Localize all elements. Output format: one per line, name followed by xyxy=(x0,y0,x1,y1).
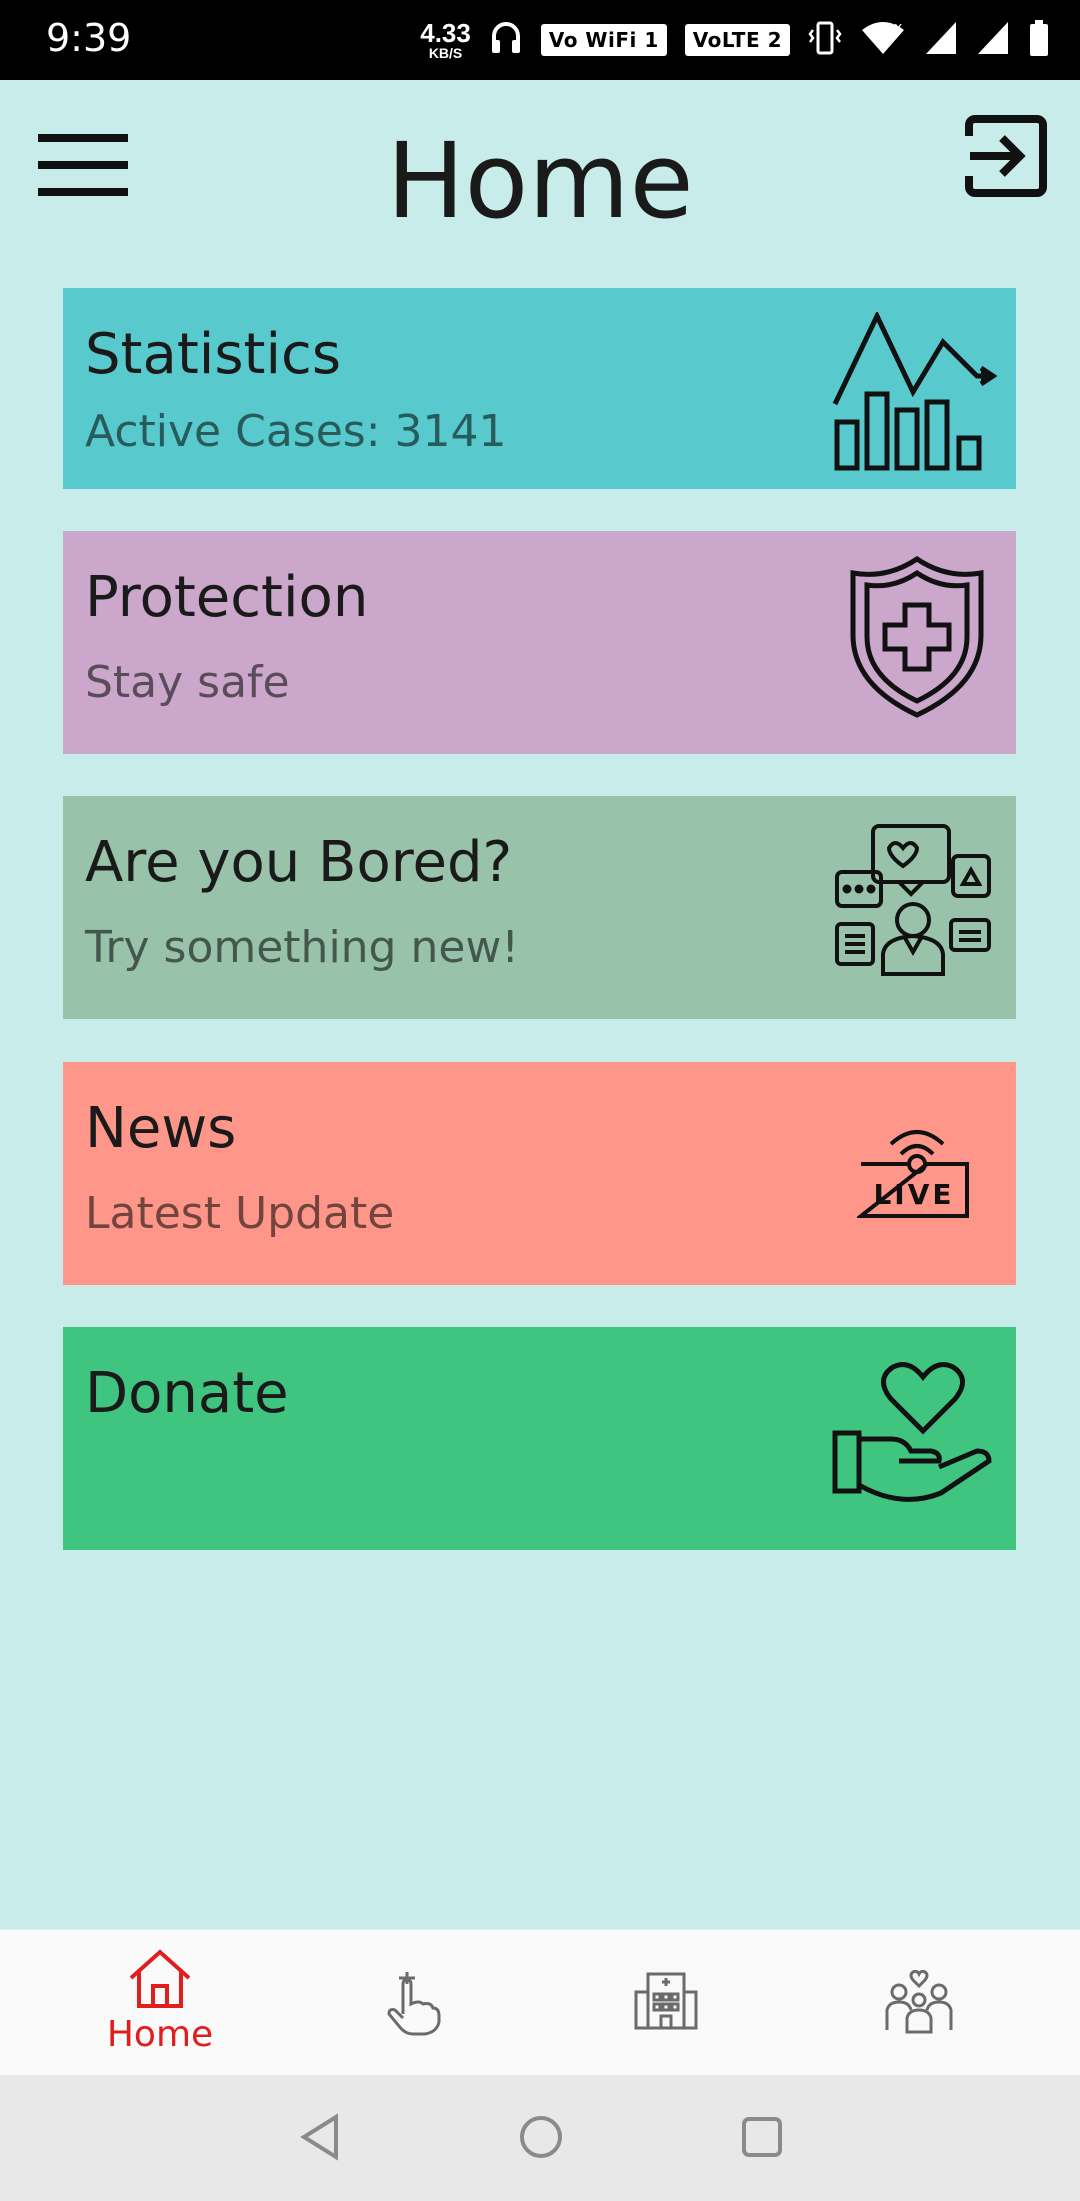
network-speed: 4.33 KB/S xyxy=(420,20,471,60)
bottom-navigation: Home xyxy=(0,1929,1080,2076)
signal-icon xyxy=(976,20,1010,61)
hospital-icon xyxy=(634,1972,698,2030)
battery-icon xyxy=(1028,19,1050,62)
news-card[interactable]: News Latest Update LIVE xyxy=(63,1062,1016,1285)
speed-unit: KB/S xyxy=(428,45,463,61)
status-time: 9:39 xyxy=(46,16,132,60)
back-icon[interactable] xyxy=(298,2113,342,2166)
home-icon xyxy=(129,1949,191,2008)
shield-cross-icon xyxy=(847,555,987,724)
card-title: Protection xyxy=(85,565,369,630)
vibrate-icon xyxy=(808,20,842,61)
svg-text:x: x xyxy=(894,20,902,36)
nav-hospital[interactable] xyxy=(531,1930,801,2076)
speed-value: 4.33 xyxy=(420,18,471,48)
page-title: Home xyxy=(386,120,694,242)
svg-text:LIVE: LIVE xyxy=(873,1178,954,1211)
card-subtitle: Active Cases: 3141 xyxy=(85,406,507,457)
statistics-card[interactable]: Statistics Active Cases: 3141 xyxy=(63,288,1016,489)
app-header: Home xyxy=(0,80,1080,270)
statistics-chart-icon xyxy=(831,310,1001,479)
wifi-icon: x xyxy=(860,20,906,61)
card-title: Statistics xyxy=(85,322,341,387)
card-title: Are you Bored? xyxy=(85,830,513,895)
card-subtitle: Try something new! xyxy=(85,922,520,973)
system-navigation xyxy=(0,2075,1080,2201)
headphones-icon xyxy=(489,19,523,62)
card-title: News xyxy=(85,1096,237,1161)
chat-person-icon xyxy=(833,822,993,983)
recents-icon[interactable] xyxy=(740,2113,784,2166)
card-subtitle: Stay safe xyxy=(85,657,290,708)
family-icon xyxy=(885,1970,953,2034)
nav-label-home: Home xyxy=(106,2014,214,2055)
status-icons: 4.33 KB/S Vo WiFi 1 VoLTE 2 x xyxy=(420,14,1050,66)
protection-card[interactable]: Protection Stay safe xyxy=(63,531,1016,754)
live-broadcast-icon: LIVE xyxy=(855,1118,977,1223)
nav-family[interactable] xyxy=(784,1930,1054,2076)
nav-hand-touch[interactable] xyxy=(278,1930,548,2076)
home-circle-icon[interactable] xyxy=(518,2113,564,2166)
hand-touch-icon xyxy=(387,1972,441,2036)
status-bar: 9:39 4.33 KB/S Vo WiFi 1 VoLTE 2 x xyxy=(0,0,1080,80)
volte-chip: VoLTE 2 xyxy=(684,24,790,56)
bored-card[interactable]: Are you Bored? Try something new! xyxy=(63,796,1016,1019)
nav-home[interactable]: Home xyxy=(25,1930,295,2076)
card-title: Donate xyxy=(85,1361,289,1426)
heart-hand-icon xyxy=(831,1359,995,1510)
wifi-calling-chip: Vo WiFi 1 xyxy=(540,24,667,56)
donate-card[interactable]: Donate xyxy=(63,1327,1016,1550)
signal-icon xyxy=(924,20,958,61)
logout-icon[interactable] xyxy=(964,114,1048,198)
card-subtitle: Latest Update xyxy=(85,1188,395,1239)
